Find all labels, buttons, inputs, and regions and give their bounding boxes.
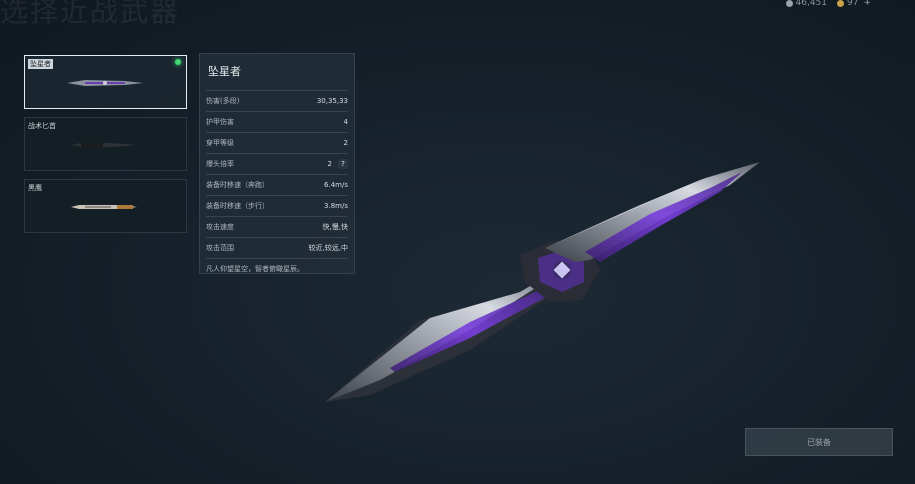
starfall-knife-preview-icon (325, 162, 760, 402)
equipped-button[interactable]: 已装备 (745, 428, 893, 456)
